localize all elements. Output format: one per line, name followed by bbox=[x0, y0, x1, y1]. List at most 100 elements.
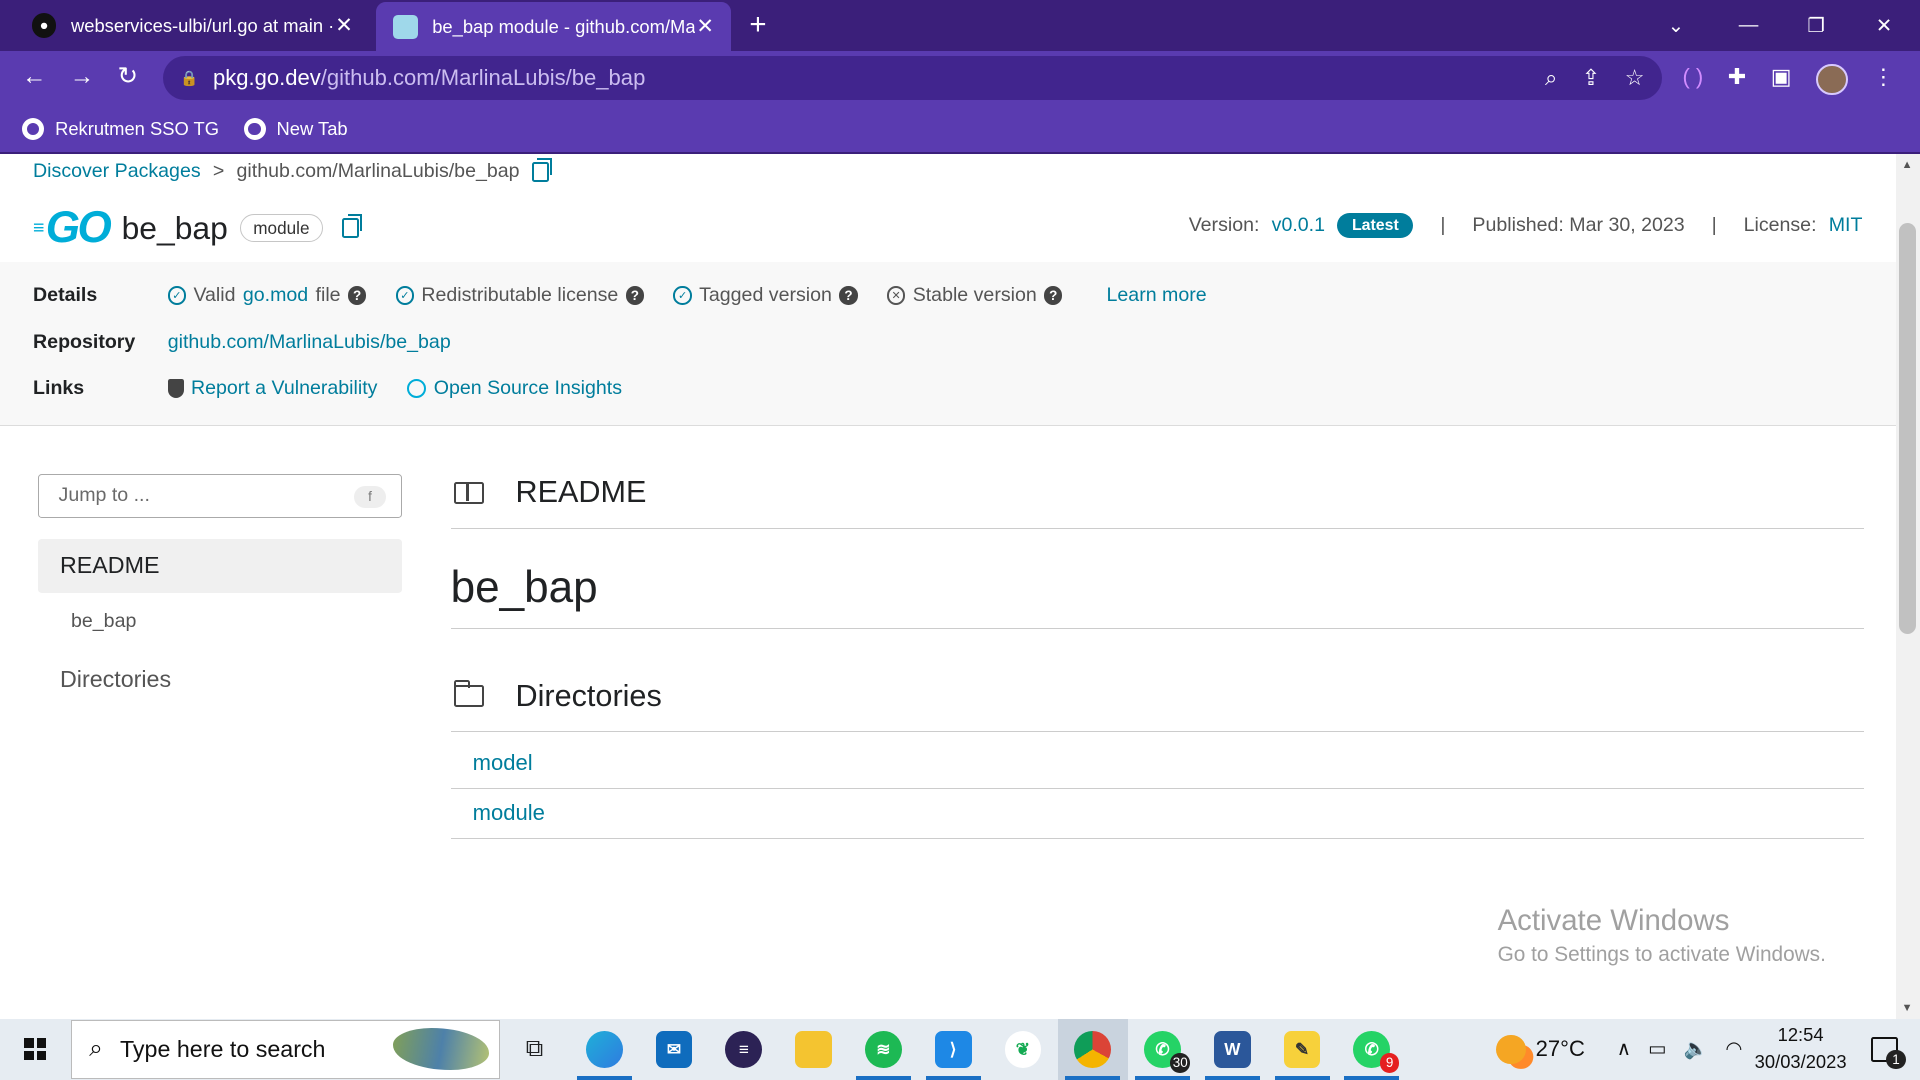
minimize-icon[interactable]: — bbox=[1739, 0, 1759, 51]
extension-icon[interactable]: ( ) bbox=[1682, 64, 1703, 96]
license-link[interactable]: MIT bbox=[1829, 214, 1863, 237]
taskbar-mail[interactable]: ✉ bbox=[639, 1019, 709, 1080]
links-row: Links Report a Vulnerability Open Source… bbox=[33, 377, 651, 400]
directory-link-module[interactable]: module bbox=[473, 800, 545, 826]
forward-icon[interactable]: → bbox=[70, 63, 94, 91]
browser-toolbar: ← → ↻ 🔒 pkg.go.dev/github.com/MarlinaLub… bbox=[0, 51, 1920, 106]
scrollbar-thumb[interactable] bbox=[1899, 222, 1917, 635]
clock[interactable]: 12:54 30/03/2023 bbox=[1755, 1022, 1847, 1076]
taskbar-word[interactable]: W bbox=[1197, 1019, 1267, 1080]
page-scrollbar[interactable]: ▲ ▼ bbox=[1895, 154, 1920, 1019]
puzzle-icon[interactable]: ✚ bbox=[1728, 64, 1746, 96]
gomod-link[interactable]: go.mod bbox=[243, 284, 308, 307]
new-tab-button[interactable]: + bbox=[749, 10, 766, 39]
taskbar-chrome[interactable] bbox=[1057, 1018, 1128, 1080]
windows-icon bbox=[24, 1038, 47, 1061]
scroll-up-icon[interactable]: ▲ bbox=[1902, 159, 1913, 171]
notifications-icon[interactable]: 1 bbox=[1871, 1037, 1906, 1070]
sidebar-item-be-bap[interactable]: be_bap bbox=[71, 610, 136, 633]
package-header: ≡ GO be_bap module bbox=[33, 203, 363, 253]
restore-icon[interactable]: ❐ bbox=[1807, 0, 1825, 51]
sidebar-item-directories[interactable]: Directories bbox=[60, 666, 171, 693]
shield-icon bbox=[167, 379, 184, 398]
word-icon: W bbox=[1213, 1031, 1251, 1068]
taskbar-whatsapp-business[interactable]: ✆ 9 bbox=[1337, 1019, 1407, 1080]
start-button[interactable] bbox=[0, 1019, 71, 1080]
close-window-icon[interactable]: ✕ bbox=[1876, 0, 1892, 51]
reload-icon[interactable]: ↻ bbox=[118, 63, 139, 91]
jump-placeholder: Jump to ... bbox=[58, 484, 150, 507]
package-title: be_bap bbox=[121, 209, 228, 246]
search-highlight-image bbox=[393, 1028, 489, 1070]
notifications-count: 1 bbox=[1886, 1049, 1906, 1070]
taskbar-spotify[interactable]: ≋ bbox=[848, 1019, 918, 1080]
zoom-icon[interactable]: ⌕ bbox=[1545, 65, 1557, 91]
bookmark-label: New Tab bbox=[276, 117, 348, 139]
github-icon: ● bbox=[31, 13, 57, 38]
open-source-insights-link[interactable]: Open Source Insights bbox=[406, 377, 622, 400]
mail-icon: ✉ bbox=[655, 1031, 693, 1068]
side-panel-icon[interactable]: ▣ bbox=[1771, 64, 1792, 96]
wifi-icon[interactable]: ◠ bbox=[1725, 1037, 1742, 1061]
version-link[interactable]: v0.0.1 bbox=[1272, 214, 1325, 237]
help-icon[interactable]: ? bbox=[625, 286, 645, 305]
close-tab-icon[interactable]: ✕ bbox=[696, 14, 713, 39]
taskbar-vscode[interactable]: ⟩ bbox=[918, 1019, 988, 1080]
watermark-subtitle: Go to Settings to activate Windows. bbox=[1497, 942, 1826, 966]
report-vulnerability-link[interactable]: Report a Vulnerability bbox=[167, 377, 377, 400]
vscode-icon: ⟩ bbox=[934, 1031, 972, 1068]
details-label: Details bbox=[33, 284, 98, 307]
help-icon[interactable]: ? bbox=[1044, 286, 1063, 305]
folder-icon bbox=[795, 1031, 832, 1068]
sidebar-item-readme[interactable]: README bbox=[37, 538, 402, 593]
clock-date: 30/03/2023 bbox=[1754, 1051, 1847, 1073]
eclipse-icon: ≡ bbox=[725, 1031, 763, 1068]
valid-gomod-item: ✓ Valid go.mod file ? bbox=[167, 284, 367, 307]
directory-link-model[interactable]: model bbox=[473, 750, 533, 776]
tagged-version-item: ✓ Tagged version ? bbox=[673, 284, 858, 307]
repository-link[interactable]: github.com/MarlinaLubis/be_bap bbox=[168, 331, 451, 354]
bookmark-new-tab[interactable]: New Tab bbox=[243, 117, 348, 140]
breadcrumb-current: github.com/MarlinaLubis/be_bap bbox=[236, 160, 520, 183]
package-meta: Version: v0.0.1 Latest | Published: Mar … bbox=[1189, 213, 1863, 239]
x-circle-icon: ✕ bbox=[886, 286, 906, 305]
scroll-down-icon[interactable]: ▼ bbox=[1902, 1002, 1913, 1014]
bookmarks-bar: Rekrutmen SSO TG New Tab bbox=[0, 105, 1920, 155]
taskbar-edge[interactable] bbox=[569, 1019, 639, 1080]
taskbar-mongodb[interactable]: ❦ bbox=[988, 1019, 1058, 1080]
browser-tab-github[interactable]: ● webservices-ulbi/url.go at main · ✕ bbox=[15, 0, 370, 51]
go-logo[interactable]: ≡ GO bbox=[33, 203, 112, 253]
taskbar-notes[interactable]: ✎ bbox=[1267, 1019, 1337, 1080]
readme-section-header: README bbox=[450, 458, 1864, 529]
taskbar-whatsapp[interactable]: ✆ 30 bbox=[1128, 1019, 1198, 1080]
copy-module-icon[interactable] bbox=[342, 214, 363, 239]
close-tab-icon[interactable]: ✕ bbox=[335, 13, 352, 38]
weather-widget[interactable]: 27°C bbox=[1496, 1034, 1585, 1065]
menu-icon[interactable]: ⋮ bbox=[1872, 64, 1894, 96]
volume-icon[interactable]: 🔈 bbox=[1684, 1037, 1708, 1061]
help-icon[interactable]: ? bbox=[347, 286, 367, 305]
bookmark-rekrutmen[interactable]: Rekrutmen SSO TG bbox=[22, 117, 219, 140]
taskbar-explorer[interactable] bbox=[779, 1019, 849, 1080]
readme-h1: be_bap bbox=[450, 563, 1864, 630]
battery-icon[interactable]: ▭ bbox=[1648, 1037, 1667, 1061]
profile-avatar[interactable] bbox=[1816, 63, 1848, 96]
tab-search-icon[interactable]: ⌄ bbox=[1668, 0, 1684, 51]
browser-tab-bar: ● webservices-ulbi/url.go at main · ✕ be… bbox=[0, 0, 1920, 52]
address-bar[interactable]: 🔒 pkg.go.dev/github.com/MarlinaLubis/be_… bbox=[162, 56, 1662, 101]
breadcrumb-discover[interactable]: Discover Packages bbox=[33, 160, 201, 183]
taskbar-search[interactable]: ⌕ Type here to search bbox=[71, 1020, 500, 1079]
star-icon[interactable]: ☆ bbox=[1625, 65, 1645, 91]
taskbar-eclipse[interactable]: ≡ bbox=[709, 1019, 779, 1080]
task-view-button[interactable]: ⧉ bbox=[500, 1019, 570, 1080]
published-date: Published: Mar 30, 2023 bbox=[1472, 214, 1685, 237]
jump-to-input[interactable]: Jump to ... f bbox=[37, 473, 402, 518]
back-icon[interactable]: ← bbox=[22, 63, 46, 91]
learn-more-link[interactable]: Learn more bbox=[1107, 284, 1207, 307]
share-icon[interactable]: ⇪ bbox=[1582, 65, 1600, 91]
browser-tab-active[interactable]: be_bap module - github.com/Ma ✕ bbox=[375, 2, 731, 52]
tray-chevron-icon[interactable]: ∧ bbox=[1617, 1037, 1631, 1061]
help-icon[interactable]: ? bbox=[839, 286, 858, 305]
copy-path-icon[interactable] bbox=[531, 157, 552, 182]
chrome-icon bbox=[1074, 1031, 1112, 1068]
